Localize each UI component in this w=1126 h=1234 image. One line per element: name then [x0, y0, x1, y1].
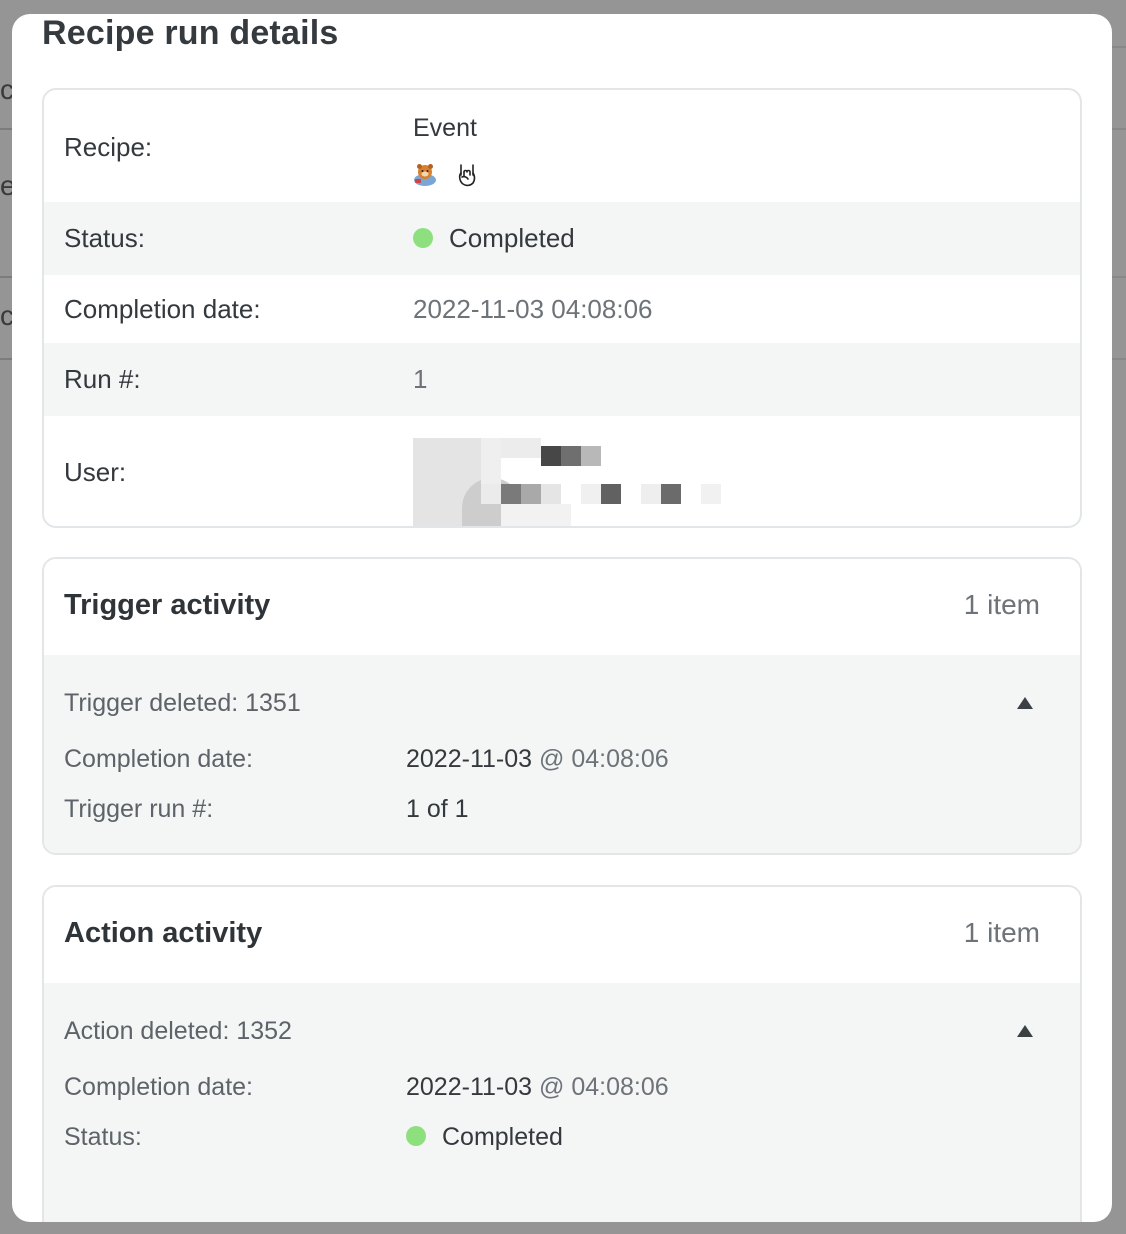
action-activity-body: Action deleted: 1352 Completion date: 20… — [44, 983, 1080, 1222]
action-completion-label: Completion date: — [64, 1073, 254, 1101]
recipe-row: Recipe: Event — [44, 90, 1080, 202]
background-text-fragment: e — [0, 170, 12, 201]
trigger-run-label: Trigger run #: — [64, 795, 214, 823]
bear-mascot-icon — [411, 160, 439, 188]
action-activity-header: Action activity 1 item — [44, 887, 1080, 983]
action-status-value: Completed — [406, 1123, 563, 1152]
trigger-activity-header: Trigger activity 1 item — [44, 559, 1080, 655]
user-row: User: — [44, 416, 1080, 526]
background-text-fragment: c — [0, 300, 12, 331]
trigger-completion-time: 04:08:06 — [571, 745, 669, 773]
action-activity-title: Action activity — [64, 917, 263, 949]
background-divider — [0, 128, 12, 130]
status-value: Completed — [413, 223, 575, 254]
modal-title: Recipe run details — [42, 14, 339, 52]
action-activity-card: Action activity 1 item Action deleted: 1… — [42, 885, 1082, 1222]
action-completion-date: 2022-11-03 — [406, 1073, 533, 1101]
trigger-activity-title: Trigger activity — [64, 589, 271, 621]
trigger-completion-value: 2022-11-03 @ 04:08:06 — [406, 745, 669, 774]
rock-hand-icon — [453, 160, 481, 188]
completion-date-row: Completion date: 2022-11-03 04:08:06 — [44, 275, 1080, 343]
trigger-activity-body: Trigger deleted: 1351 Completion date: 2… — [44, 655, 1080, 853]
recipe-run-details-modal: Recipe run details Recipe: Event Status:… — [12, 14, 1112, 1222]
collapse-caret-icon[interactable] — [1017, 1025, 1033, 1037]
trigger-run-value: 1 of 1 — [406, 795, 469, 823]
background-divider — [1112, 276, 1126, 278]
trigger-completion-label: Completion date: — [64, 745, 254, 773]
trigger-item-title: Trigger deleted: 1351 — [64, 689, 301, 717]
at-separator: @ — [538, 745, 565, 773]
user-label: User: — [64, 456, 127, 487]
collapse-caret-icon[interactable] — [1017, 697, 1033, 709]
status-text: Completed — [449, 223, 575, 253]
action-status-label: Status: — [64, 1123, 142, 1151]
background-divider — [0, 358, 12, 360]
status-row: Status: Completed — [44, 202, 1080, 275]
trigger-item-count: 1 item — [963, 589, 1040, 620]
action-completion-value: 2022-11-03 @ 04:08:06 — [406, 1073, 669, 1102]
completion-date-value: 2022-11-03 04:08:06 — [413, 293, 653, 324]
background-divider — [1112, 128, 1126, 130]
recipe-integration-icons — [411, 160, 481, 188]
background-divider — [1112, 46, 1126, 48]
status-indicator-dot — [406, 1126, 426, 1147]
action-item-count: 1 item — [963, 917, 1040, 948]
status-label: Status: — [64, 223, 145, 253]
background-divider — [1112, 358, 1126, 360]
at-separator: @ — [538, 1073, 565, 1101]
background-text-fragment: c — [0, 74, 12, 105]
completion-date-label: Completion date: — [64, 293, 261, 324]
run-number-label: Run #: — [64, 364, 141, 394]
run-number-row: Run #: 1 — [44, 343, 1080, 416]
trigger-activity-card: Trigger activity 1 item Trigger deleted:… — [42, 557, 1082, 855]
recipe-label: Recipe: — [64, 132, 153, 162]
status-indicator-dot — [413, 228, 433, 249]
run-number-value: 1 — [413, 364, 428, 394]
action-completion-time: 04:08:06 — [571, 1073, 669, 1101]
run-details-card: Recipe: Event Status: Completed Completi… — [42, 88, 1082, 528]
action-item-title: Action deleted: 1352 — [64, 1017, 292, 1045]
action-status-text: Completed — [442, 1123, 563, 1151]
background-divider — [0, 276, 12, 278]
recipe-name: Event — [413, 114, 477, 142]
trigger-completion-date: 2022-11-03 — [406, 745, 533, 773]
